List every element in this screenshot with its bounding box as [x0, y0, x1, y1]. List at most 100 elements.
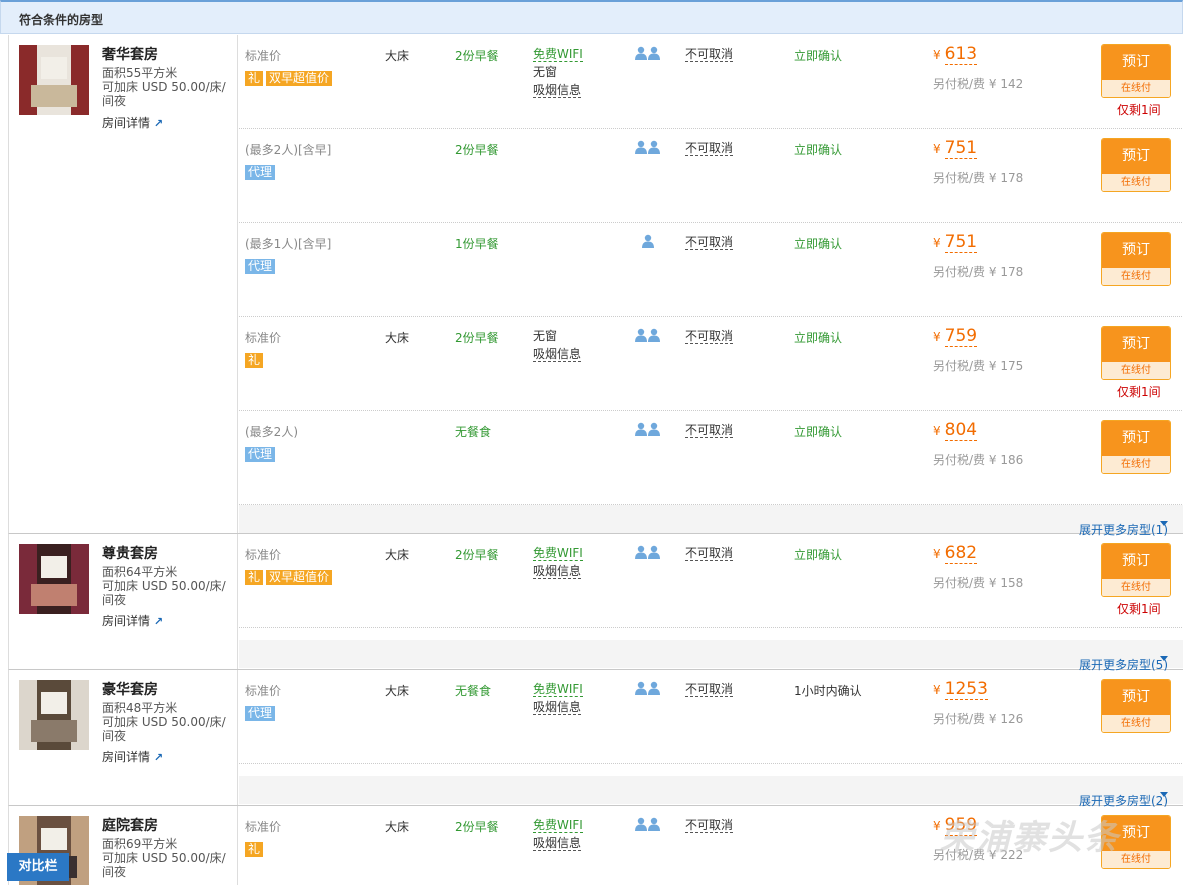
room-photo-image: [19, 544, 89, 614]
tax-fee: 另付税/费 ¥ 186: [933, 451, 1023, 468]
badge-agent[interactable]: 代理: [245, 259, 276, 274]
book-label: 预订: [1102, 544, 1170, 579]
smoking-info[interactable]: 吸烟信息: [533, 700, 582, 715]
cancel-policy[interactable]: 不可取消: [685, 141, 734, 156]
room-name[interactable]: 豪华套房: [102, 679, 158, 699]
bed-type: 大床: [385, 820, 410, 834]
room-detail-link[interactable]: 房间详情 ↗: [102, 114, 163, 131]
confirm-type: 立即确认: [794, 548, 843, 562]
price-amount[interactable]: 1253: [944, 679, 988, 700]
cancel-policy[interactable]: 不可取消: [685, 682, 734, 697]
compare-bar-button[interactable]: 对比栏: [7, 853, 69, 881]
rate-plan-name: (最多2人)[含早]: [245, 143, 332, 157]
cancel-policy[interactable]: 不可取消: [685, 546, 734, 561]
book-label: 预订: [1102, 45, 1170, 80]
book-button[interactable]: 预订 在线付: [1101, 44, 1171, 98]
badge-gift[interactable]: 礼: [245, 71, 264, 86]
cancel-policy[interactable]: 不可取消: [685, 818, 734, 833]
cancel-policy[interactable]: 不可取消: [685, 47, 734, 62]
badge-gift[interactable]: 礼: [245, 353, 264, 368]
rate-plan-name: (最多1人)[含早]: [245, 237, 332, 251]
room-photo[interactable]: [19, 544, 89, 614]
rate-plan-name: 标准价: [245, 684, 282, 698]
cancel-policy[interactable]: 不可取消: [685, 329, 734, 344]
room-detail-label: 房间详情: [102, 614, 151, 628]
badge-group: 代理: [245, 259, 278, 274]
room-extra-bed: 可加床 USD 50.00/床/间夜: [102, 80, 226, 108]
amenity-info: 免费WIFI 吸烟信息: [533, 680, 583, 716]
tax-amount: 158: [1000, 576, 1024, 590]
badge-agent[interactable]: 代理: [245, 447, 276, 462]
tax-fee: 另付税/费 ¥ 126: [933, 710, 1023, 727]
meal-info: 1份早餐: [455, 237, 499, 251]
badge-gift[interactable]: 礼: [245, 570, 264, 585]
book-button[interactable]: 预订 在线付: [1101, 326, 1171, 380]
confirm-type: 立即确认: [794, 49, 843, 63]
currency-symbol: ¥: [933, 48, 941, 62]
meal-info: 2份早餐: [455, 331, 499, 345]
tax-fee: 另付税/费 ¥ 178: [933, 263, 1023, 280]
badge-agent[interactable]: 代理: [245, 165, 276, 180]
badge-group: 礼双早超值价: [245, 570, 335, 585]
wifi-info[interactable]: 免费WIFI: [533, 682, 583, 697]
cancel-policy[interactable]: 不可取消: [685, 235, 734, 250]
badge-promo[interactable]: 双早超值价: [266, 570, 333, 585]
currency-symbol: ¥: [933, 330, 941, 344]
rate-plan-name: 标准价: [245, 49, 282, 63]
badge-agent[interactable]: 代理: [245, 706, 276, 721]
wifi-info[interactable]: 免费WIFI: [533, 818, 583, 833]
rate-plan-name: 标准价: [245, 331, 282, 345]
room-photo[interactable]: [19, 45, 89, 115]
room-name[interactable]: 庭院套房: [102, 815, 158, 835]
badge-group: 礼: [245, 353, 266, 368]
online-pay-label: 在线付: [1102, 456, 1170, 473]
book-button[interactable]: 预订 在线付: [1101, 232, 1171, 286]
room-photo[interactable]: [19, 680, 89, 750]
book-button[interactable]: 预订 在线付: [1101, 138, 1171, 192]
book-button[interactable]: 预订 在线付: [1101, 679, 1171, 733]
bed-type: 大床: [385, 684, 410, 698]
smoking-info[interactable]: 吸烟信息: [533, 836, 582, 851]
room-detail-link[interactable]: 房间详情 ↗: [102, 612, 163, 629]
tax-prefix: 另付税/费 ¥: [933, 576, 997, 590]
cancel-policy[interactable]: 不可取消: [685, 423, 734, 438]
badge-gift[interactable]: 礼: [245, 842, 264, 857]
room-name[interactable]: 尊贵套房: [102, 543, 158, 563]
price-amount[interactable]: 804: [944, 420, 978, 441]
amenity-info: 免费WIFI 吸烟信息: [533, 816, 583, 852]
room-extra-bed: 可加床 USD 50.00/床/间夜: [102, 851, 226, 879]
room-name[interactable]: 奢华套房: [102, 44, 158, 64]
rate-plan-row: 标准价 大床 2份早餐 免费WIFI 吸烟信息 不可取消 立即确认 ¥682 另付税/费 ¥ 1…: [239, 534, 1183, 628]
room-info-panel: 奢华套房 面积55平方米 可加床 USD 50.00/床/间夜 房间详情 ↗: [9, 35, 238, 533]
price-amount[interactable]: 613: [944, 44, 978, 65]
smoking-info[interactable]: 吸烟信息: [533, 347, 582, 362]
book-button[interactable]: 预订 在线付: [1101, 420, 1171, 474]
two-people-icon: [635, 817, 660, 831]
two-people-icon: [635, 422, 660, 436]
currency-symbol: ¥: [933, 236, 941, 250]
price: ¥613: [933, 44, 978, 65]
book-label: 预订: [1102, 421, 1170, 456]
confirm-type: 立即确认: [794, 143, 843, 157]
occupancy: [635, 681, 661, 698]
online-pay-label: 在线付: [1102, 80, 1170, 97]
smoking-info[interactable]: 吸烟信息: [533, 83, 582, 98]
price-amount[interactable]: 751: [944, 232, 978, 253]
watermark: 荣浦寨头条: [940, 818, 1120, 858]
badge-promo[interactable]: 双早超值价: [266, 71, 333, 86]
badge-group: 代理: [245, 706, 278, 721]
price-amount[interactable]: 759: [944, 326, 978, 347]
price-amount[interactable]: 751: [944, 138, 978, 159]
badge-group: 代理: [245, 165, 278, 180]
tax-prefix: 另付税/费 ¥: [933, 77, 997, 91]
wifi-info[interactable]: 免费WIFI: [533, 47, 583, 62]
tax-fee: 另付税/费 ¥ 175: [933, 357, 1023, 374]
wifi-info[interactable]: 免费WIFI: [533, 546, 583, 561]
rate-plan-name: 标准价: [245, 548, 282, 562]
price-amount[interactable]: 682: [944, 543, 978, 564]
rooms-left-note: 仅剩1间: [1117, 385, 1161, 399]
book-button[interactable]: 预订 在线付: [1101, 543, 1171, 597]
room-detail-link[interactable]: 房间详情 ↗: [102, 748, 163, 765]
smoking-info[interactable]: 吸烟信息: [533, 564, 582, 579]
tax-prefix: 另付税/费 ¥: [933, 359, 997, 373]
